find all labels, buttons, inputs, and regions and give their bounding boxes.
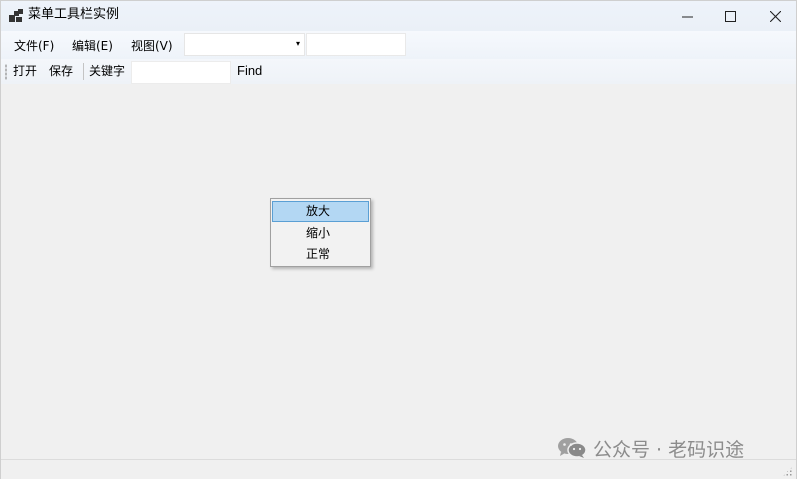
title-bar[interactable]: 菜单工具栏实例 [1,1,796,31]
minimize-button[interactable] [664,1,710,31]
watermark-text: 公众号 · 老码识途 [593,438,745,461]
menu-textbox[interactable] [306,33,406,56]
close-button[interactable] [752,1,797,31]
keyword-input[interactable] [131,61,231,84]
menu-combobox[interactable]: ▾ [184,33,305,56]
context-menu: 放大 缩小 正常 [270,198,371,267]
context-item-zoom-out[interactable]: 缩小 [272,223,369,244]
app-icon [9,9,23,22]
status-bar [1,459,796,479]
resize-grip-icon[interactable] [782,466,793,477]
menu-file[interactable]: 文件(F) [14,39,54,53]
menu-view[interactable]: 视图(V) [131,39,173,53]
window-title: 菜单工具栏实例 [28,7,120,22]
chevron-down-icon[interactable]: ▾ [296,39,300,48]
wechat-icon [558,438,587,458]
maximize-icon [724,10,736,22]
close-icon [769,10,781,22]
toolstrip-grip-icon[interactable] [5,64,7,80]
context-item-normal[interactable]: 正常 [272,244,369,265]
open-button[interactable]: 打开 [13,64,37,78]
toolbar-separator [83,63,84,80]
main-window: 菜单工具栏实例 文件(F) 编辑(E) 视图(V) ▾ 打开 保存 关键字 Fi… [0,0,797,479]
minimize-icon [681,16,693,17]
context-item-zoom-in[interactable]: 放大 [272,201,369,222]
menu-edit[interactable]: 编辑(E) [72,39,113,53]
maximize-button[interactable] [707,1,753,31]
watermark: 公众号 · 老码识途 [557,435,744,461]
save-button[interactable]: 保存 [49,64,73,78]
keyword-label: 关键字 [89,64,126,78]
find-button[interactable]: Find [237,64,262,78]
